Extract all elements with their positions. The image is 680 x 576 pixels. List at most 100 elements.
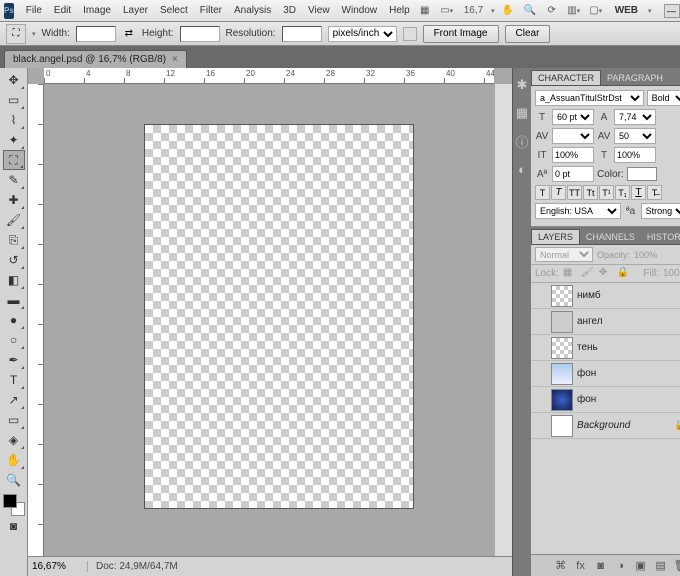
- tab-paragraph[interactable]: Paragraph: [601, 71, 669, 85]
- foreground-color-swatch[interactable]: [3, 494, 17, 508]
- underline-button[interactable]: T: [631, 185, 646, 200]
- new-layer-icon[interactable]: ▤: [653, 558, 669, 574]
- type-tool[interactable]: T: [3, 370, 25, 390]
- menu-3d[interactable]: 3D: [277, 2, 302, 19]
- layer-group-icon[interactable]: ▣: [633, 558, 649, 574]
- launch-bridge-icon[interactable]: ▦: [416, 2, 434, 20]
- font-size-input[interactable]: 60 pt: [552, 109, 594, 125]
- visibility-toggle[interactable]: [533, 289, 547, 303]
- lasso-tool[interactable]: ⌇: [3, 110, 25, 130]
- crop-tool-preset-icon[interactable]: ⛶: [6, 24, 26, 44]
- layer-row[interactable]: фон: [531, 361, 680, 387]
- crop-tool[interactable]: ⛶: [3, 150, 25, 170]
- opacity-value[interactable]: 100%: [634, 250, 657, 260]
- horizontal-ruler[interactable]: 048121620242832364044: [44, 68, 494, 84]
- layer-row[interactable]: нимб: [531, 283, 680, 309]
- link-layers-icon[interactable]: ⌘: [553, 558, 569, 574]
- adjustments-panel-icon[interactable]: ◐: [513, 160, 531, 178]
- zoom-tool[interactable]: 🔍: [3, 470, 25, 490]
- layer-name[interactable]: тень: [577, 342, 598, 353]
- menu-layer[interactable]: Layer: [117, 2, 154, 19]
- layer-thumbnail[interactable]: [551, 337, 573, 359]
- tracking-input[interactable]: 50: [614, 128, 656, 144]
- font-family-select[interactable]: a_AssuanTitulStrDst: [535, 90, 644, 106]
- layer-name[interactable]: фон: [577, 368, 596, 379]
- layer-name[interactable]: Background: [577, 420, 630, 431]
- layer-row[interactable]: Background 🔒: [531, 413, 680, 439]
- clear-button[interactable]: Clear: [505, 25, 551, 43]
- menu-window[interactable]: Window: [336, 2, 384, 19]
- eraser-tool[interactable]: ◧: [3, 270, 25, 290]
- height-input[interactable]: [180, 26, 220, 42]
- magic-wand-tool[interactable]: ✦: [3, 130, 25, 150]
- canvas-viewport[interactable]: [44, 84, 494, 556]
- dodge-tool[interactable]: ○: [3, 330, 25, 350]
- tab-history[interactable]: History: [641, 230, 680, 244]
- tab-channels[interactable]: Channels: [580, 230, 641, 244]
- clone-stamp-tool[interactable]: ⎘: [3, 230, 25, 250]
- blend-mode-select[interactable]: Normal: [535, 247, 593, 262]
- layer-name[interactable]: нимб: [577, 290, 601, 301]
- resolution-input[interactable]: [282, 26, 322, 42]
- menu-select[interactable]: Select: [154, 2, 194, 19]
- status-zoom[interactable]: 16,67%: [28, 561, 88, 572]
- menu-filter[interactable]: Filter: [194, 2, 228, 19]
- resolution-unit-select[interactable]: pixels/inch: [328, 26, 397, 42]
- layer-thumbnail[interactable]: [551, 285, 573, 307]
- fill-value[interactable]: 100%: [663, 268, 680, 279]
- marquee-tool[interactable]: ▭: [3, 90, 25, 110]
- baseline-shift-input[interactable]: [552, 166, 594, 182]
- strikethrough-button[interactable]: T̶: [647, 185, 662, 200]
- lock-transparency-icon[interactable]: ▦: [563, 267, 577, 281]
- lock-position-icon[interactable]: ✥: [599, 267, 613, 281]
- arrange-documents-icon[interactable]: ▥▾: [565, 2, 583, 20]
- menu-view[interactable]: View: [302, 2, 336, 19]
- layer-thumbnail[interactable]: [551, 311, 573, 333]
- layer-row[interactable]: тень: [531, 335, 680, 361]
- layer-thumbnail[interactable]: [551, 389, 573, 411]
- menu-edit[interactable]: Edit: [48, 2, 77, 19]
- workspace-switcher[interactable]: WEB: [609, 2, 644, 19]
- antialias-select[interactable]: Strong: [641, 203, 680, 219]
- layer-row[interactable]: фон: [531, 387, 680, 413]
- delete-cropped-icon[interactable]: [403, 27, 417, 41]
- eyedropper-tool[interactable]: ✎: [3, 170, 25, 190]
- history-brush-tool[interactable]: ↺: [3, 250, 25, 270]
- visibility-toggle[interactable]: [533, 393, 547, 407]
- move-tool[interactable]: ✥: [3, 70, 25, 90]
- menu-image[interactable]: Image: [77, 2, 117, 19]
- swatches-panel-icon[interactable]: ▦: [513, 104, 531, 122]
- adjustment-layer-icon[interactable]: ◑: [613, 558, 629, 574]
- vertical-scrollbar[interactable]: [494, 84, 512, 556]
- pen-tool[interactable]: ✒: [3, 350, 25, 370]
- text-color-swatch[interactable]: [627, 167, 657, 181]
- rotate-view-icon[interactable]: ⟳: [543, 2, 561, 20]
- small-caps-button[interactable]: Tt: [583, 185, 598, 200]
- status-doc-size[interactable]: Doc: 24,9M/64,7M: [88, 561, 186, 572]
- info-panel-icon[interactable]: ⓘ: [513, 132, 531, 150]
- layer-style-icon[interactable]: fx: [573, 558, 589, 574]
- path-selection-tool[interactable]: ↗: [3, 390, 25, 410]
- leading-input[interactable]: 7,74 pt: [614, 109, 656, 125]
- menu-file[interactable]: File: [20, 2, 48, 19]
- swap-dimensions-icon[interactable]: ⇄: [122, 27, 136, 41]
- superscript-button[interactable]: T¹: [599, 185, 614, 200]
- zoom-readout[interactable]: 16,7: [460, 5, 487, 16]
- visibility-toggle[interactable]: [533, 367, 547, 381]
- menu-analysis[interactable]: Analysis: [228, 2, 277, 19]
- subscript-button[interactable]: T₁: [615, 185, 630, 200]
- color-swatches[interactable]: [3, 494, 25, 516]
- layer-thumbnail[interactable]: [551, 363, 573, 385]
- screen-mode-icon[interactable]: ▢▾: [587, 2, 605, 20]
- tab-character[interactable]: Character: [531, 70, 601, 85]
- hand-icon[interactable]: ✋: [499, 2, 517, 20]
- layer-name[interactable]: ангел: [577, 316, 603, 327]
- zoom-icon[interactable]: 🔍: [521, 2, 539, 20]
- hand-tool[interactable]: ✋: [3, 450, 25, 470]
- healing-brush-tool[interactable]: ✚: [3, 190, 25, 210]
- visibility-toggle[interactable]: [533, 315, 547, 329]
- layer-row[interactable]: ангел: [531, 309, 680, 335]
- visibility-toggle[interactable]: [533, 341, 547, 355]
- lock-pixels-icon[interactable]: 🖌: [581, 267, 595, 281]
- layer-name[interactable]: фон: [577, 394, 596, 405]
